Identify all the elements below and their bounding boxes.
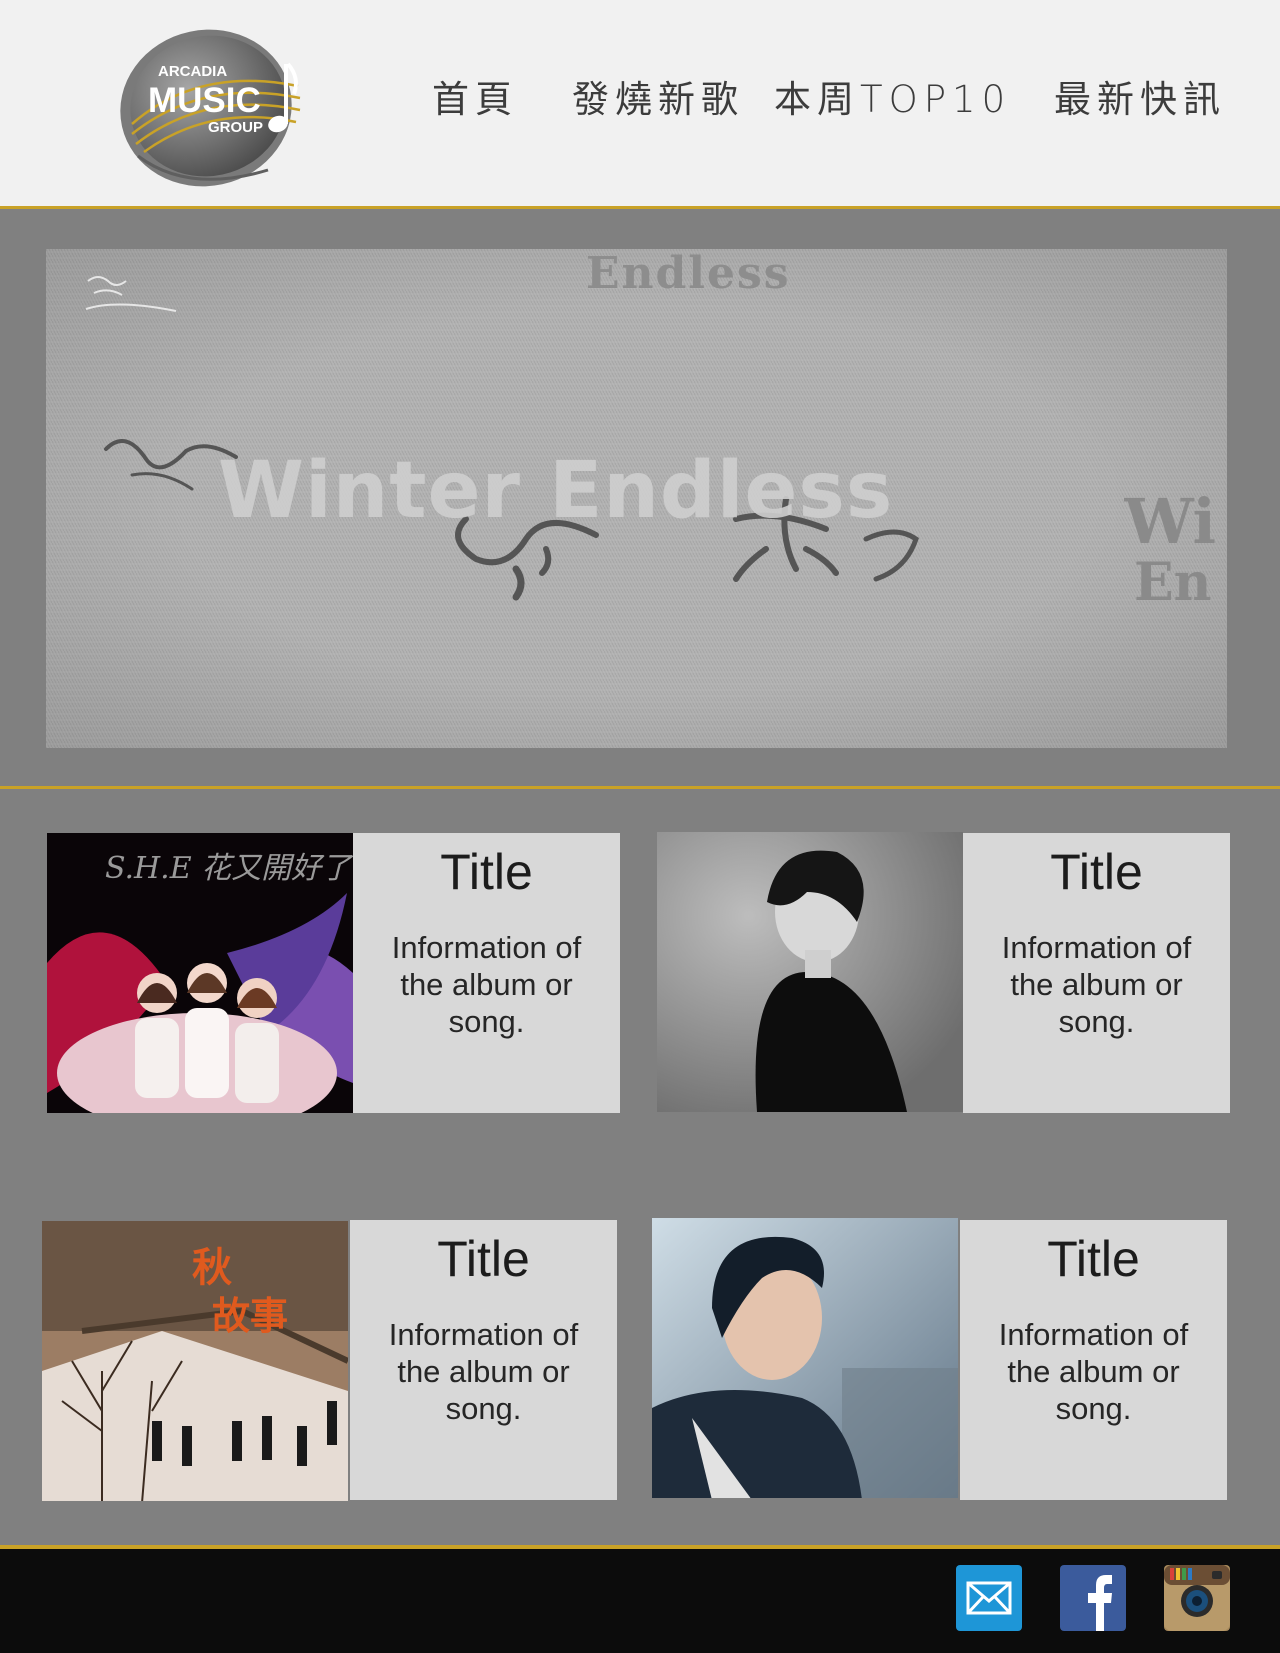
album-card-2-info[interactable]: Title Information of the album or song. bbox=[963, 833, 1230, 1113]
card-2-title: Title bbox=[1050, 844, 1143, 900]
nav-home[interactable]: 首頁 bbox=[432, 74, 518, 126]
facebook-icon[interactable] bbox=[1060, 1565, 1126, 1631]
instagram-icon[interactable] bbox=[1164, 1565, 1230, 1631]
card-1-title: Title bbox=[440, 844, 533, 900]
album-card-4-info[interactable]: Title Information of the album or song. bbox=[960, 1220, 1227, 1500]
card-3-info: Information of the album or song. bbox=[388, 1317, 579, 1426]
card-2-info: Information of the album or song. bbox=[1001, 930, 1192, 1039]
album-cover-she[interactable]: S.H.E 花又開好了 bbox=[47, 833, 353, 1113]
album-card-1-info[interactable]: Title Information of the album or song. bbox=[353, 833, 620, 1113]
group-photo-winter: 秋 故事 bbox=[42, 1221, 348, 1501]
nav-latest-news[interactable]: 最新快訊 bbox=[1054, 74, 1226, 126]
album-cover-artist-blue[interactable] bbox=[652, 1218, 958, 1498]
artist-photo-bw bbox=[657, 832, 963, 1112]
svg-text:故事: 故事 bbox=[212, 1293, 288, 1338]
artist-photo-blue bbox=[652, 1218, 958, 1498]
hero-top-text: Endless bbox=[586, 248, 791, 299]
nav-weekly-top10[interactable]: 本周TOP10 bbox=[774, 74, 1011, 126]
hero-side-text-2: En bbox=[1134, 552, 1212, 613]
hero-title: Winter Endless bbox=[218, 446, 894, 536]
nav-hot-new-songs[interactable]: 發燒新歌 bbox=[572, 74, 744, 126]
mail-icon[interactable] bbox=[956, 1565, 1022, 1631]
hero-side-text-clip: Wi En bbox=[1124, 470, 1227, 630]
album-cover-group-story[interactable]: 秋 故事 bbox=[42, 1221, 348, 1501]
card-3-title: Title bbox=[437, 1231, 530, 1287]
album-art-she: S.H.E 花又開好了 bbox=[47, 833, 353, 1113]
hero-side-text-1: Wi bbox=[1124, 485, 1217, 558]
logo-text-arcadia: ARCADIA bbox=[158, 63, 227, 80]
site-header: ARCADIA MUSIC GROUP 首頁 發燒新歌 本周TOP10 最新快訊 bbox=[0, 0, 1280, 206]
card-4-title: Title bbox=[1047, 1231, 1140, 1287]
album-card-3-info[interactable]: Title Information of the album or song. bbox=[350, 1220, 617, 1500]
logo-text-group: GROUP bbox=[208, 119, 263, 136]
header-divider bbox=[0, 206, 1280, 209]
svg-text:秋: 秋 bbox=[192, 1244, 232, 1291]
album-cover-artist-bw[interactable] bbox=[657, 832, 963, 1112]
she-cover-caption: S.H.E 花又開好了 bbox=[105, 851, 353, 886]
card-4-info: Information of the album or song. bbox=[998, 1317, 1189, 1426]
logo-text-music: MUSIC bbox=[148, 81, 261, 120]
arcadia-music-group-logo[interactable]: ARCADIA MUSIC GROUP bbox=[118, 26, 304, 190]
hero-divider bbox=[0, 786, 1280, 789]
card-1-info: Information of the album or song. bbox=[391, 930, 582, 1039]
